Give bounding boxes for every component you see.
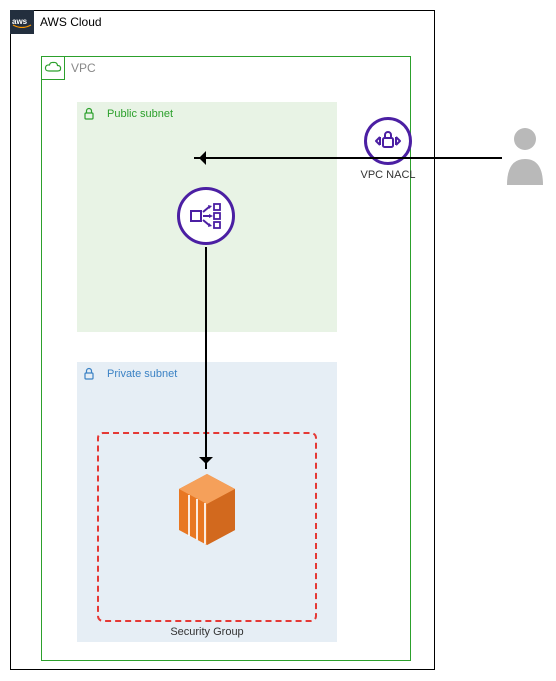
load-balancer-icon bbox=[177, 187, 235, 245]
private-subnet-lock-icon bbox=[77, 362, 101, 386]
private-subnet-label: Private subnet bbox=[107, 368, 177, 380]
arrow-elb-to-ec2 bbox=[205, 247, 207, 469]
vpc-cloud-icon bbox=[41, 56, 65, 80]
security-group-label: Security Group bbox=[99, 626, 315, 638]
vpc-label: VPC bbox=[71, 61, 96, 75]
vpc-header: VPC bbox=[41, 56, 96, 80]
svg-text:aws: aws bbox=[12, 17, 28, 26]
public-subnet-lock-icon bbox=[77, 102, 101, 126]
vpc-nacl-label: VPC NACL bbox=[347, 169, 429, 181]
aws-cloud-container: aws AWS Cloud VPC Public subnet P bbox=[10, 10, 435, 670]
public-subnet-label: Public subnet bbox=[107, 108, 173, 120]
aws-cloud-label: AWS Cloud bbox=[40, 15, 102, 29]
user-icon bbox=[505, 125, 545, 195]
vpc-container: VPC Public subnet Private subnet Securit… bbox=[41, 56, 411, 661]
aws-cloud-header: aws AWS Cloud bbox=[10, 10, 102, 34]
private-subnet-header: Private subnet bbox=[77, 362, 177, 386]
arrow-user-to-elb bbox=[194, 157, 502, 159]
aws-logo-icon: aws bbox=[10, 10, 34, 34]
ec2-instance-icon bbox=[175, 472, 240, 552]
public-subnet-header: Public subnet bbox=[77, 102, 173, 126]
